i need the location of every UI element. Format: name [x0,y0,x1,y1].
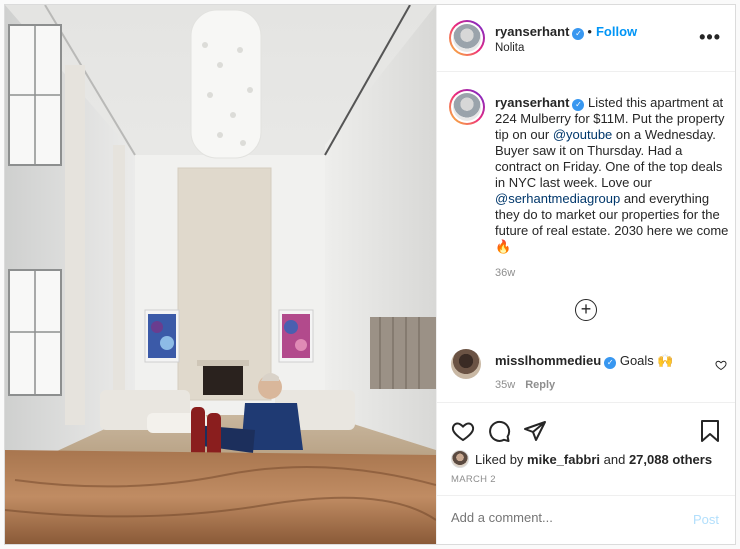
caption-username[interactable]: ryanserhant [495,95,569,110]
post-location[interactable]: Nolita [495,42,524,54]
share-paper-plane-icon[interactable] [523,419,547,443]
verified-badge-icon: ✓ [604,357,617,369]
post-header: ryanserhant ✓ • Follow Nolita ••• [437,5,735,72]
comment-like-heart-icon[interactable] [715,359,727,371]
post-date[interactable]: MARCH 2 [451,474,496,485]
post-side-panel: ryanserhant ✓ • Follow Nolita ••• ryanserha… [436,5,735,544]
comment-meta: 35w Reply [495,379,555,391]
more-options-icon[interactable]: ••• [699,28,721,46]
comment-bubble-icon[interactable] [487,419,511,443]
load-more-comments-icon[interactable]: + [575,299,597,321]
post-comment-button[interactable]: Post [693,512,719,527]
apartment-photo [5,5,436,544]
mention-serhantmediagroup[interactable]: @serhantmediagroup [495,191,620,206]
commenter-avatar[interactable] [451,349,481,379]
commenter-username[interactable]: misslhommedieu [495,353,601,368]
author-line: ryanserhant ✓ • Follow [495,24,637,40]
verified-badge-icon: ✓ [572,28,585,40]
comment-body: Goals 🙌 [619,353,674,368]
add-comment-input[interactable] [451,510,671,525]
separator-dot: • [587,24,592,39]
likes-prefix: Liked by [475,452,528,467]
likes-others-link[interactable]: 27,088 others [629,452,712,467]
save-bookmark-icon[interactable] [699,419,721,443]
verified-badge-icon: ✓ [572,99,585,111]
caption-time-ago[interactable]: 36w [495,267,515,279]
like-heart-icon[interactable] [451,419,475,443]
comment-text: misslhommedieu ✓ Goals 🙌 [495,353,674,369]
liker-avatar[interactable] [451,450,469,468]
post-photo[interactable] [5,5,436,544]
comment-time-ago[interactable]: 35w [495,379,515,391]
post-actions: Liked by mike_fabbri and 27,088 others [437,402,735,482]
add-comment-bar: Post [437,495,735,544]
follow-button[interactable]: Follow [596,24,637,39]
likes-summary: Liked by mike_fabbri and 27,088 others [451,450,712,468]
mention-youtube[interactable]: @youtube [553,127,612,142]
author-username[interactable]: ryanserhant [495,24,569,39]
liker-username[interactable]: mike_fabbri [527,452,600,467]
likes-middle: and [600,452,629,467]
reply-button[interactable]: Reply [525,379,555,391]
caption-text: ryanserhant ✓ Listed this apartment at 22… [495,95,729,255]
instagram-post: ryanserhant ✓ • Follow Nolita ••• ryanserha… [4,4,736,545]
author-avatar[interactable] [449,20,485,56]
caption-author-avatar[interactable] [449,89,485,125]
comment-item: misslhommedieu ✓ Goals 🙌 35w Reply [449,347,729,397]
